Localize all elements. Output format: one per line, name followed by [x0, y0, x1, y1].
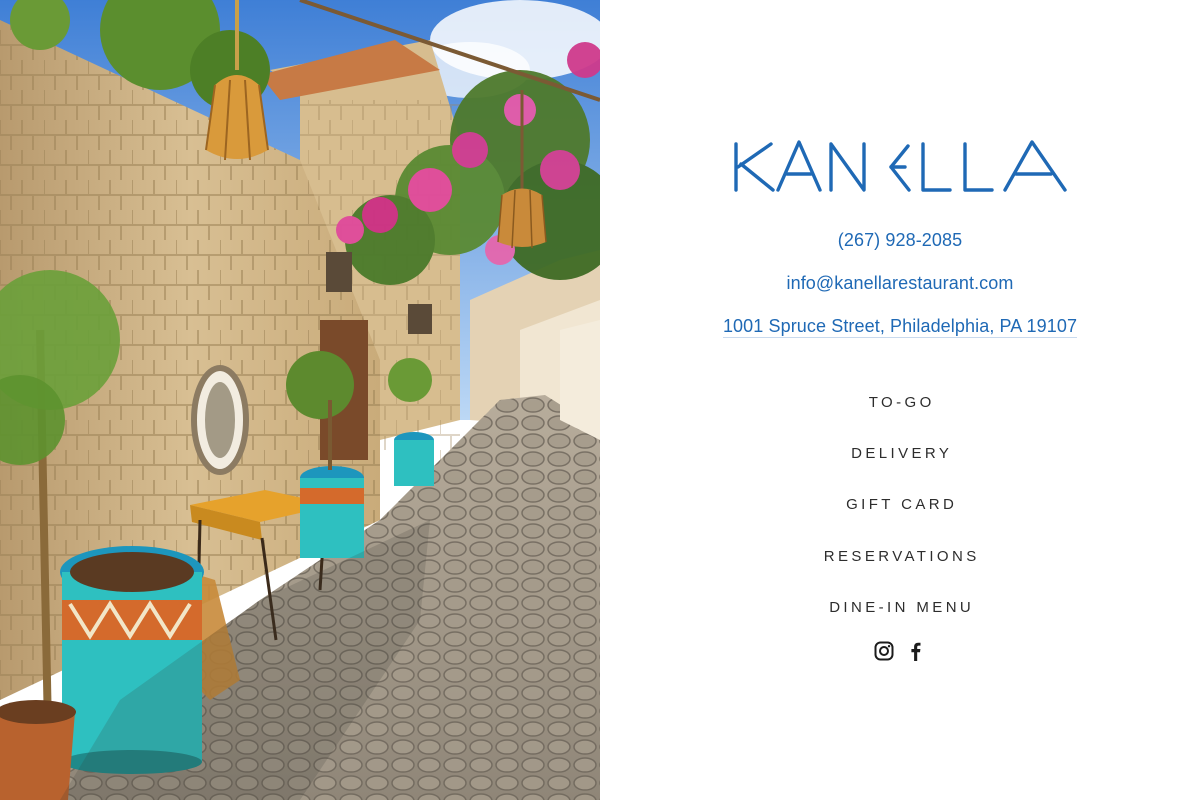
address-link[interactable]: 1001 Spruce Street, Philadelphia, PA 191…	[722, 316, 1078, 338]
contact-panel: KANELLA	[600, 0, 1200, 800]
nav-row-delivery: DELIVERY	[600, 445, 1200, 463]
social-links	[600, 640, 1200, 662]
email-row: info@kanellarestaurant.com	[600, 273, 1200, 294]
brand-logo[interactable]: KANELLA	[733, 136, 1069, 198]
nav-link-to-go[interactable]: TO-GO	[865, 394, 934, 411]
nav-link-reservations[interactable]: RESERVATIONS	[820, 548, 979, 565]
instagram-link[interactable]	[874, 640, 894, 662]
phone-link[interactable]: (267) 928-2085	[838, 230, 963, 250]
nav-link-delivery[interactable]: DELIVERY	[848, 445, 953, 462]
nav-row-reservations: RESERVATIONS	[600, 548, 1200, 566]
phone-row: (267) 928-2085	[600, 230, 1200, 251]
nav-row-dine-in-menu: DINE-IN MENU	[600, 599, 1200, 617]
address-row: 1001 Spruce Street, Philadelphia, PA 191…	[600, 316, 1200, 338]
email-link[interactable]: info@kanellarestaurant.com	[787, 273, 1014, 293]
facebook-icon	[911, 642, 921, 661]
hero-image	[0, 0, 600, 800]
nav-row-gift-card: GIFT CARD	[600, 496, 1200, 514]
nav-row-to-go: TO-GO	[600, 394, 1200, 412]
facebook-link[interactable]	[906, 640, 926, 662]
kanella-wordmark	[734, 140, 1067, 192]
alley-photo-illustration	[0, 0, 600, 800]
nav-link-dine-in-menu[interactable]: DINE-IN MENU	[826, 599, 974, 616]
nav-link-gift-card[interactable]: GIFT CARD	[843, 496, 958, 513]
instagram-icon	[874, 641, 894, 661]
